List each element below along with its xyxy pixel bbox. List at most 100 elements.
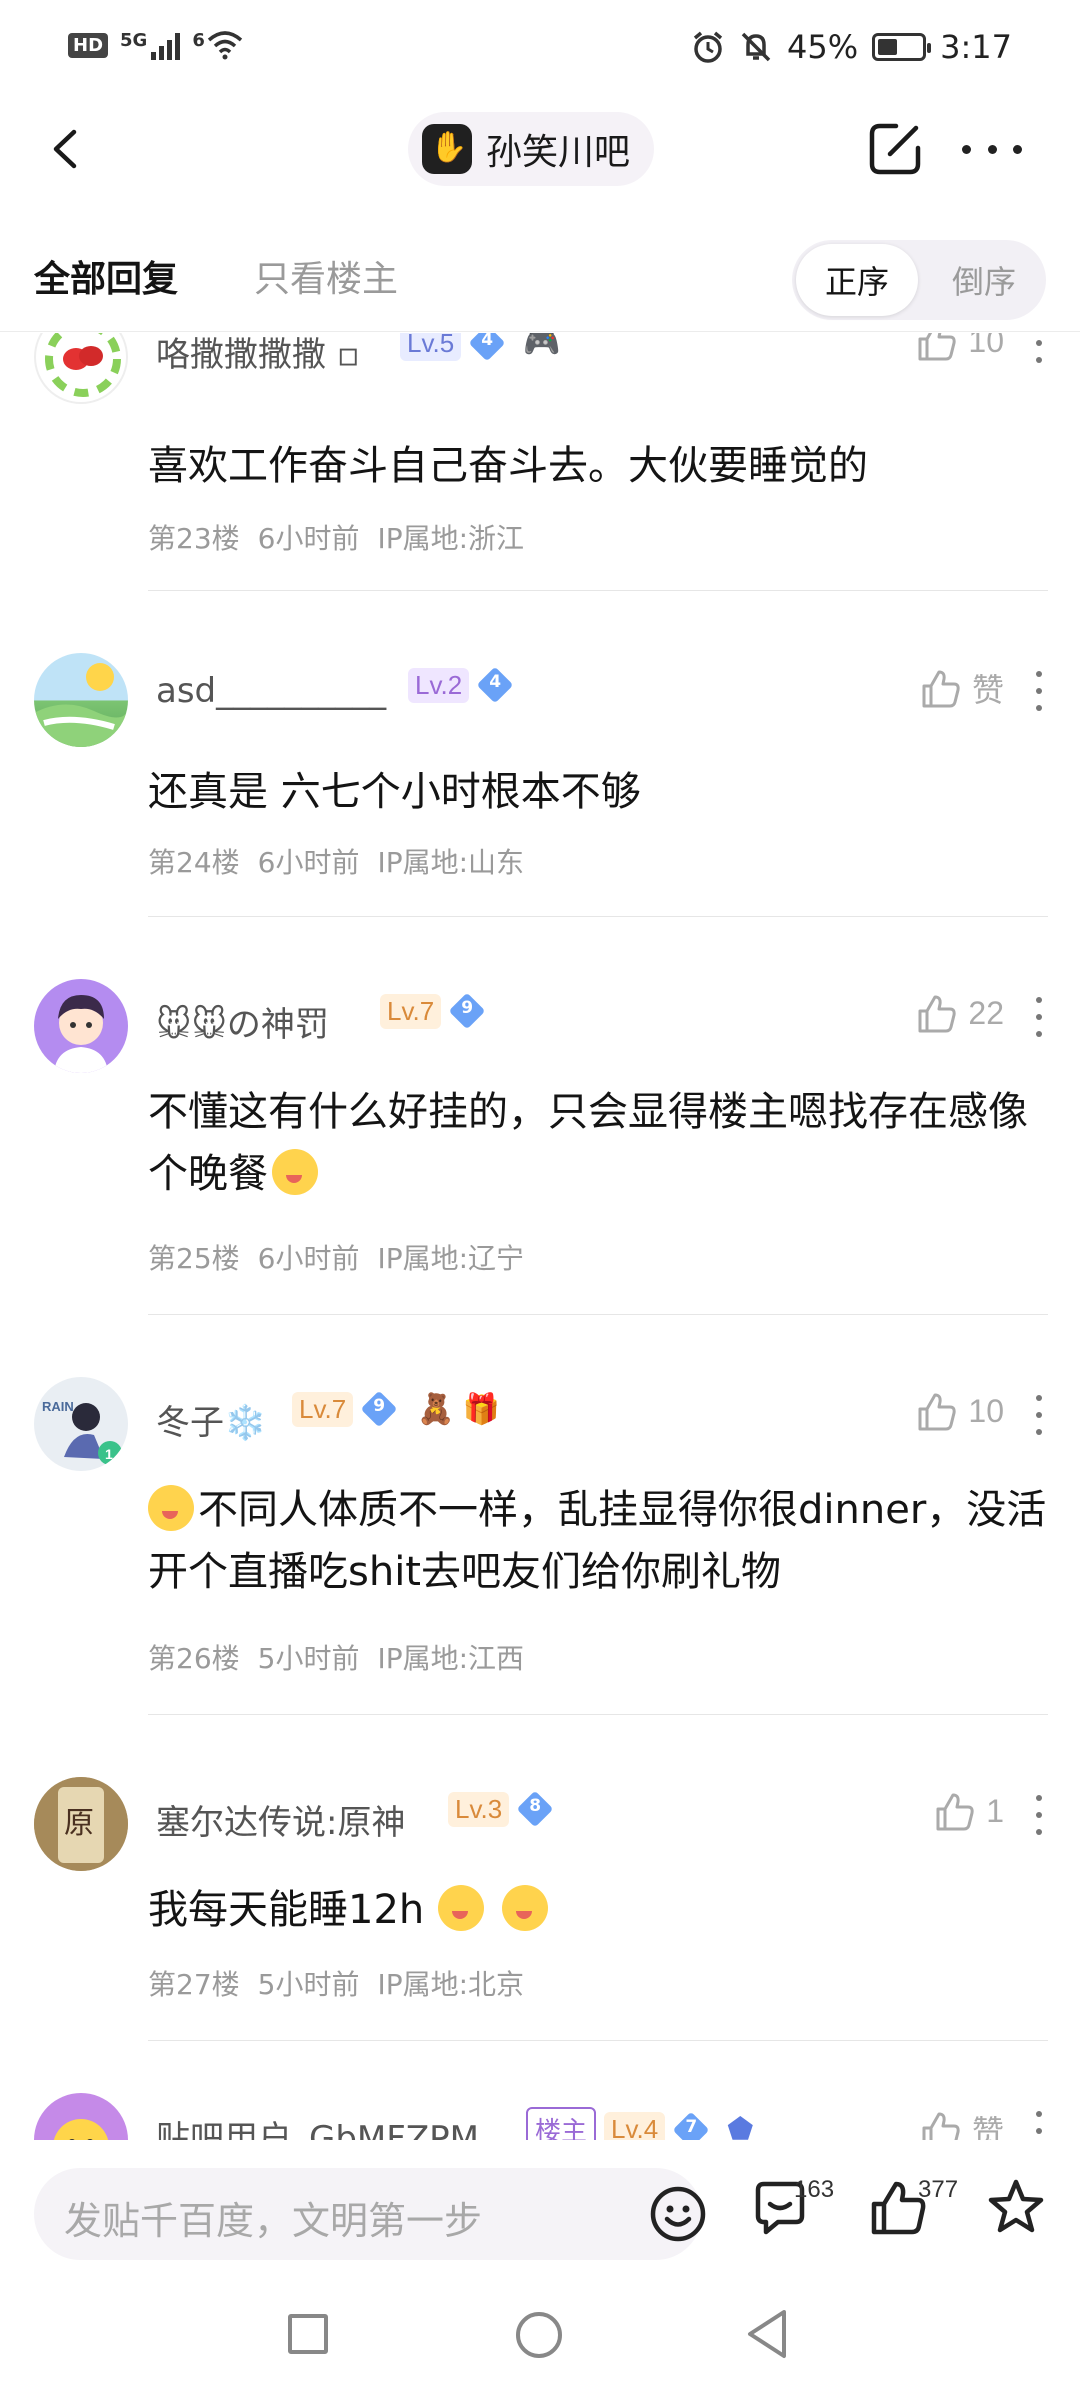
yum-emoji-icon (438, 1885, 485, 1931)
sort-descending-button[interactable]: 倒序 (926, 244, 1042, 316)
forum-pill[interactable]: 孙笑川吧 (408, 112, 655, 186)
comment-menu-icon[interactable] (1034, 671, 1044, 711)
comment-item: 原 塞尔达传说:原神 Lv.3 8 1 我每天能睡12h 第27楼 5小时前 IP属… (0, 1715, 1080, 2041)
ip-location: IP属地:浙江 (377, 522, 525, 555)
compose-icon[interactable] (866, 120, 924, 178)
comment-menu-icon[interactable] (1034, 333, 1044, 363)
avatar[interactable] (34, 979, 128, 1073)
comment-menu-icon[interactable] (1034, 997, 1044, 1037)
diamond-icon: 4 (477, 667, 513, 703)
level-badge: Lv.2 (408, 667, 470, 703)
post-time: 6小时前 (257, 846, 360, 879)
tab-all-replies[interactable]: 全部回复 (34, 250, 178, 302)
comment-item: 咯撒撒撒撒 ▫ Lv.5 4 🎮 10 喜欢工作奋斗自己奋斗去。大伙要睡觉的 第… (0, 333, 1080, 591)
comment-meta: 第25楼 6小时前 IP属地:辽宁 (148, 1237, 542, 1277)
avatar[interactable]: RAIN 1 (34, 1377, 128, 1471)
back-arrow-icon[interactable] (42, 124, 92, 174)
comment-menu-icon[interactable] (1034, 1395, 1044, 1435)
battery-icon (872, 33, 932, 61)
comment-meta: 第24楼 6小时前 IP属地:山东 (148, 841, 542, 881)
level-badge: Lv.7 (380, 993, 442, 1029)
avatar[interactable] (34, 653, 128, 747)
ip-location: IP属地:北京 (377, 1968, 525, 2001)
like-count: 赞 (971, 672, 1004, 708)
sort-ascending-button[interactable]: 正序 (796, 244, 918, 316)
comment-menu-icon[interactable] (1034, 1795, 1044, 1835)
floor-number: 第27楼 (148, 1968, 240, 2001)
hd-indicator: HD (68, 32, 109, 58)
comment-item: asd__________ Lv.2 4 赞 还真是 六七个小时根本不够 第24… (0, 591, 1080, 917)
reply-input[interactable]: 发贴千百度，文明第一步 (34, 2168, 706, 2260)
diamond-icon: 9 (449, 993, 485, 1029)
like-button[interactable]: 1 (932, 1789, 1004, 1833)
post-time: 5小时前 (257, 1642, 360, 1675)
recent-apps-icon[interactable] (288, 2314, 328, 2354)
decoration-badge-icon: 🎮 (523, 333, 561, 361)
comment-list[interactable]: 咯撒撒撒撒 ▫ Lv.5 4 🎮 10 喜欢工作奋斗自己奋斗去。大伙要睡觉的 第… (0, 333, 1080, 2140)
ip-location: IP属地:江西 (377, 1642, 525, 1675)
wifi-icon (207, 31, 243, 60)
level-badge: Lv.3 (448, 1791, 510, 1827)
diamond-count: 9 (461, 998, 474, 1018)
username[interactable]: 咯撒撒撒撒 ▫ (156, 333, 360, 376)
level-badge: Lv.7 (292, 1391, 354, 1427)
username[interactable]: asd__________ (156, 671, 386, 711)
avatar[interactable]: 原 (34, 1777, 128, 1871)
clock: 3:17 (940, 28, 1012, 66)
ip-location: IP属地:辽宁 (377, 1242, 525, 1275)
avatar[interactable] (34, 333, 128, 404)
like-button[interactable]: 10 (914, 333, 1004, 363)
reply-bar: 发贴千百度，文明第一步 163 377 (0, 2140, 1080, 2280)
username[interactable]: 🐭🐭の神罚 (156, 997, 329, 1046)
top-nav: 孙笑川吧 (0, 100, 1080, 240)
like-button[interactable]: 赞 (918, 2107, 1004, 2140)
username[interactable]: 冬子❄️ (156, 1395, 266, 1444)
thumbs-up-icon (922, 670, 960, 708)
username[interactable]: 塞尔达传说:原神 (156, 1795, 405, 1844)
like-button[interactable]: 22 (914, 991, 1004, 1035)
star-favorite-icon[interactable] (984, 2176, 1048, 2240)
user-badges: Lv.3 8 (448, 1791, 553, 1827)
mute-bell-icon (741, 32, 771, 62)
like-count: 赞 (971, 2114, 1004, 2140)
diamond-icon: 9 (361, 1391, 397, 1427)
home-icon[interactable] (516, 2312, 562, 2358)
emoji-picker-icon[interactable] (648, 2184, 708, 2244)
floor-number: 第24楼 (148, 846, 240, 879)
forum-avatar (422, 124, 472, 174)
diamond-count: 8 (529, 1796, 542, 1816)
avatar[interactable] (34, 2093, 128, 2140)
comment-item: 🐭🐭の神罚 Lv.7 9 22 不懂这有什么好挂的，只会显得楼主嗯找存在感像个晚… (0, 917, 1080, 1315)
thumbs-up-icon (936, 1793, 974, 1831)
system-back-icon[interactable] (744, 2308, 792, 2360)
like-count: 10 (968, 333, 1004, 359)
reply-tabs: 全部回复 只看楼主 正序 倒序 (0, 240, 1080, 332)
user-badges: 楼主 Lv.4 7 ⬟ (526, 2107, 753, 2140)
svg-text:1: 1 (105, 1446, 113, 1462)
comment-count: 163 (794, 2176, 835, 2203)
comment-meta: 第26楼 5小时前 IP属地:江西 (148, 1637, 542, 1677)
like-button[interactable]: 10 (914, 1389, 1004, 1433)
diamond-icon: 8 (517, 1791, 553, 1827)
tab-op-only[interactable]: 只看楼主 (254, 250, 398, 302)
battery-fill (878, 39, 898, 55)
thumbs-up-icon (918, 995, 957, 1033)
diamond-count: 4 (481, 333, 494, 350)
thumbs-up-icon (922, 2112, 960, 2140)
comment-item: RAIN 1 冬子❄️ Lv.7 9 🧸 🎁 10 不同人体质不一样，乱挂显得你很… (0, 1315, 1080, 1715)
ip-location: IP属地:山东 (377, 846, 525, 879)
post-time: 6小时前 (257, 1242, 360, 1275)
alarm-icon (693, 31, 723, 63)
more-options-icon[interactable] (962, 140, 1022, 158)
comment-text: 不懂这有什么好挂的，只会显得楼主嗯找存在感像个晚餐 (148, 1081, 1048, 1205)
thumbs-up-icon (918, 1393, 957, 1431)
username[interactable]: 贴吧用户_GbMFZPM (156, 2111, 479, 2140)
diamond-icon: 4 (469, 333, 505, 361)
svg-text:RAIN: RAIN (42, 1399, 74, 1414)
battery-percent: 45% (787, 28, 859, 66)
like-count: 22 (968, 994, 1004, 1031)
like-button[interactable]: 赞 (918, 665, 1004, 711)
comment-menu-icon[interactable] (1034, 2111, 1044, 2140)
comment-meta: 第23楼 6小时前 IP属地:浙江 (148, 517, 542, 557)
floor-number: 第26楼 (148, 1642, 240, 1675)
